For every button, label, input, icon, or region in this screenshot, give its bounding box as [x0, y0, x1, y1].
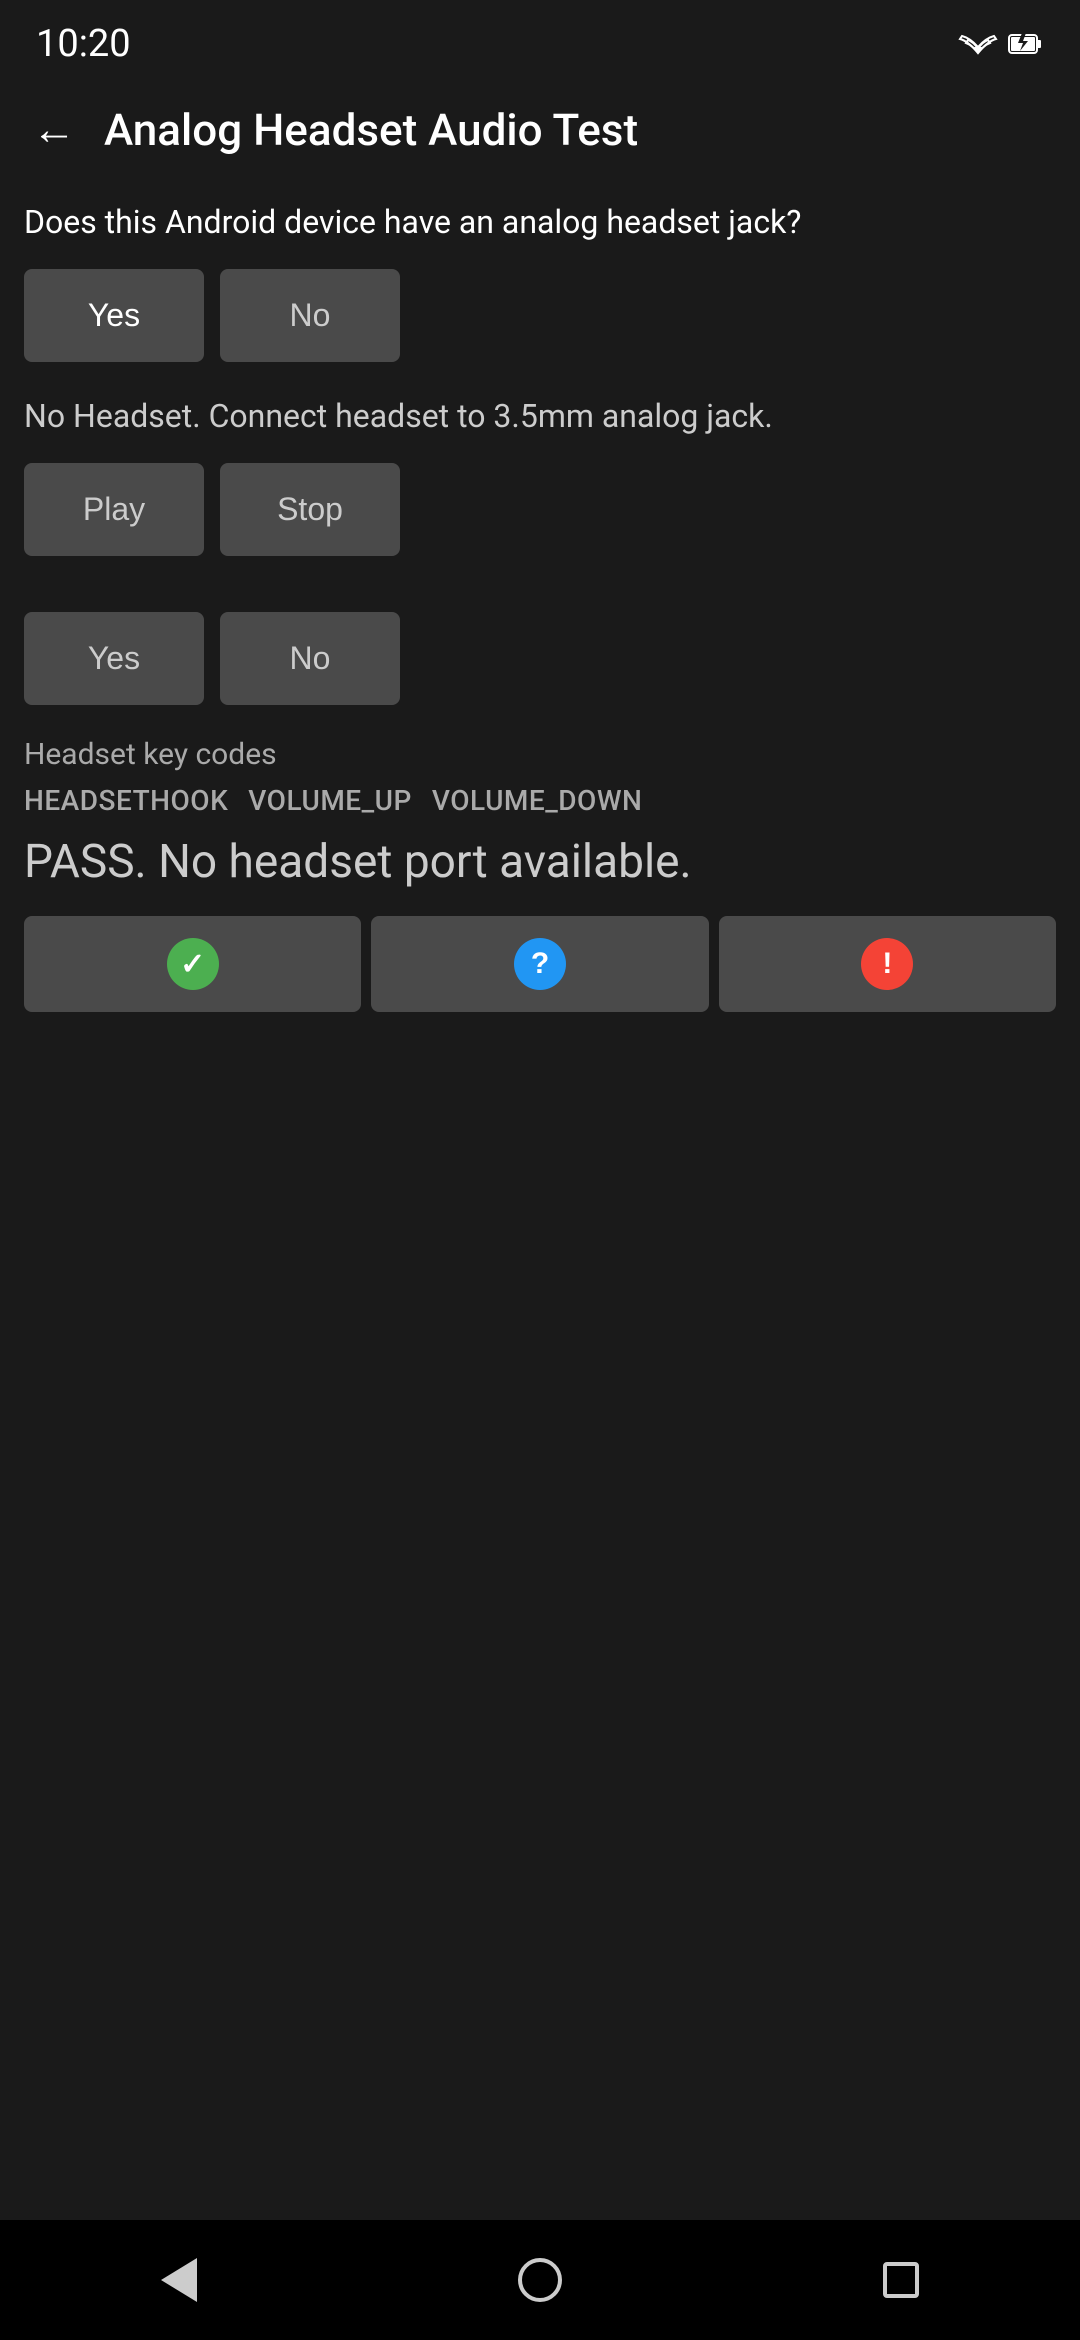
wifi-icon: [958, 29, 998, 59]
toolbar: ← Analog Headset Audio Test: [0, 80, 1080, 180]
key-code-headsethook: HEADSETHOOK: [24, 784, 228, 817]
info-result-button[interactable]: ?: [371, 916, 708, 1012]
fail-result-button[interactable]: !: [719, 916, 1056, 1012]
status-bar: 10:20: [0, 0, 1080, 80]
nav-recent-button[interactable]: [873, 2252, 929, 2308]
headset-jack-buttons: Yes No: [24, 269, 1056, 362]
fail-icon: !: [861, 938, 913, 990]
info-icon: ?: [514, 938, 566, 990]
battery-icon: [1008, 29, 1044, 59]
key-code-volume-down: VOLUME_DOWN: [432, 784, 642, 817]
audio-confirm-buttons: Yes No: [24, 612, 1056, 705]
key-codes-label: Headset key codes: [24, 737, 1056, 772]
connect-instruction: No Headset. Connect headset to 3.5mm ana…: [24, 394, 1056, 439]
back-button[interactable]: ←: [24, 100, 84, 160]
result-buttons-row: ✓ ? !: [24, 916, 1056, 1012]
nav-home-button[interactable]: [508, 2248, 572, 2312]
nav-bar: [0, 2220, 1080, 2340]
pass-result-button[interactable]: ✓: [24, 916, 361, 1012]
nav-back-button[interactable]: [151, 2248, 207, 2312]
back-arrow-icon: ←: [32, 108, 76, 152]
main-content: Does this Android device have an analog …: [0, 180, 1080, 2220]
key-codes-row: HEADSETHOOK VOLUME_UP VOLUME_DOWN: [24, 784, 1056, 817]
headset-question: Does this Android device have an analog …: [24, 200, 1056, 245]
pass-icon: ✓: [167, 938, 219, 990]
headset-no-button[interactable]: No: [220, 269, 400, 362]
headset-yes-button[interactable]: Yes: [24, 269, 204, 362]
audio-no-button[interactable]: No: [220, 612, 400, 705]
nav-recent-icon: [883, 2262, 919, 2298]
pass-text: PASS. No headset port available.: [24, 833, 1056, 893]
audio-yes-button[interactable]: Yes: [24, 612, 204, 705]
page-title: Analog Headset Audio Test: [104, 104, 638, 156]
spacer: [24, 588, 1056, 612]
play-button[interactable]: Play: [24, 463, 204, 556]
stop-button[interactable]: Stop: [220, 463, 400, 556]
play-stop-buttons: Play Stop: [24, 463, 1056, 556]
status-time: 10:20: [36, 22, 131, 66]
nav-home-icon: [518, 2258, 562, 2302]
status-icons: [958, 29, 1044, 59]
key-code-volume-up: VOLUME_UP: [248, 784, 412, 817]
nav-back-icon: [161, 2258, 197, 2302]
